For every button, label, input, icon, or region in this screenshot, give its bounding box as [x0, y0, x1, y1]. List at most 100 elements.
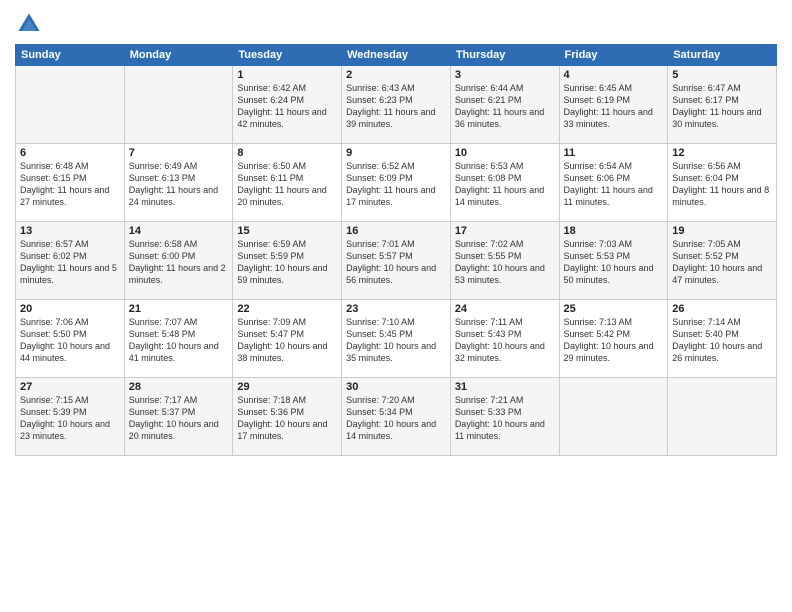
day-detail: Sunrise: 7:21 AM Sunset: 5:33 PM Dayligh…	[455, 394, 555, 443]
calendar-cell: 4Sunrise: 6:45 AM Sunset: 6:19 PM Daylig…	[559, 66, 668, 144]
day-number: 24	[455, 303, 555, 315]
col-header-saturday: Saturday	[668, 45, 777, 66]
day-detail: Sunrise: 7:10 AM Sunset: 5:45 PM Dayligh…	[346, 316, 446, 365]
calendar-cell: 14Sunrise: 6:58 AM Sunset: 6:00 PM Dayli…	[124, 222, 233, 300]
calendar-cell: 25Sunrise: 7:13 AM Sunset: 5:42 PM Dayli…	[559, 300, 668, 378]
calendar-cell: 18Sunrise: 7:03 AM Sunset: 5:53 PM Dayli…	[559, 222, 668, 300]
header-row: SundayMondayTuesdayWednesdayThursdayFrid…	[16, 45, 777, 66]
day-number: 9	[346, 147, 446, 159]
calendar-cell: 3Sunrise: 6:44 AM Sunset: 6:21 PM Daylig…	[450, 66, 559, 144]
day-number: 14	[129, 225, 229, 237]
day-detail: Sunrise: 7:07 AM Sunset: 5:48 PM Dayligh…	[129, 316, 229, 365]
day-number: 31	[455, 381, 555, 393]
calendar-cell: 27Sunrise: 7:15 AM Sunset: 5:39 PM Dayli…	[16, 378, 125, 456]
day-number: 10	[455, 147, 555, 159]
logo	[15, 10, 47, 38]
calendar-table: SundayMondayTuesdayWednesdayThursdayFrid…	[15, 44, 777, 456]
calendar-cell: 19Sunrise: 7:05 AM Sunset: 5:52 PM Dayli…	[668, 222, 777, 300]
day-detail: Sunrise: 6:52 AM Sunset: 6:09 PM Dayligh…	[346, 160, 446, 209]
calendar-cell: 1Sunrise: 6:42 AM Sunset: 6:24 PM Daylig…	[233, 66, 342, 144]
calendar-cell: 28Sunrise: 7:17 AM Sunset: 5:37 PM Dayli…	[124, 378, 233, 456]
day-number: 30	[346, 381, 446, 393]
day-detail: Sunrise: 6:58 AM Sunset: 6:00 PM Dayligh…	[129, 238, 229, 287]
day-detail: Sunrise: 7:06 AM Sunset: 5:50 PM Dayligh…	[20, 316, 120, 365]
day-detail: Sunrise: 6:53 AM Sunset: 6:08 PM Dayligh…	[455, 160, 555, 209]
day-detail: Sunrise: 7:13 AM Sunset: 5:42 PM Dayligh…	[564, 316, 664, 365]
calendar-cell: 11Sunrise: 6:54 AM Sunset: 6:06 PM Dayli…	[559, 144, 668, 222]
calendar-cell: 17Sunrise: 7:02 AM Sunset: 5:55 PM Dayli…	[450, 222, 559, 300]
calendar-cell	[559, 378, 668, 456]
calendar-cell: 29Sunrise: 7:18 AM Sunset: 5:36 PM Dayli…	[233, 378, 342, 456]
day-detail: Sunrise: 6:59 AM Sunset: 5:59 PM Dayligh…	[237, 238, 337, 287]
calendar-cell: 6Sunrise: 6:48 AM Sunset: 6:15 PM Daylig…	[16, 144, 125, 222]
calendar-cell	[668, 378, 777, 456]
calendar-cell: 23Sunrise: 7:10 AM Sunset: 5:45 PM Dayli…	[342, 300, 451, 378]
day-number: 2	[346, 69, 446, 81]
day-number: 20	[20, 303, 120, 315]
calendar-cell: 26Sunrise: 7:14 AM Sunset: 5:40 PM Dayli…	[668, 300, 777, 378]
day-number: 28	[129, 381, 229, 393]
col-header-sunday: Sunday	[16, 45, 125, 66]
day-detail: Sunrise: 6:50 AM Sunset: 6:11 PM Dayligh…	[237, 160, 337, 209]
col-header-wednesday: Wednesday	[342, 45, 451, 66]
calendar-cell: 20Sunrise: 7:06 AM Sunset: 5:50 PM Dayli…	[16, 300, 125, 378]
week-row-4: 20Sunrise: 7:06 AM Sunset: 5:50 PM Dayli…	[16, 300, 777, 378]
col-header-thursday: Thursday	[450, 45, 559, 66]
day-number: 17	[455, 225, 555, 237]
day-detail: Sunrise: 7:02 AM Sunset: 5:55 PM Dayligh…	[455, 238, 555, 287]
day-number: 1	[237, 69, 337, 81]
day-detail: Sunrise: 7:01 AM Sunset: 5:57 PM Dayligh…	[346, 238, 446, 287]
day-number: 26	[672, 303, 772, 315]
day-number: 12	[672, 147, 772, 159]
day-detail: Sunrise: 6:44 AM Sunset: 6:21 PM Dayligh…	[455, 82, 555, 131]
week-row-2: 6Sunrise: 6:48 AM Sunset: 6:15 PM Daylig…	[16, 144, 777, 222]
day-detail: Sunrise: 6:45 AM Sunset: 6:19 PM Dayligh…	[564, 82, 664, 131]
day-detail: Sunrise: 6:47 AM Sunset: 6:17 PM Dayligh…	[672, 82, 772, 131]
week-row-3: 13Sunrise: 6:57 AM Sunset: 6:02 PM Dayli…	[16, 222, 777, 300]
day-number: 23	[346, 303, 446, 315]
day-detail: Sunrise: 7:14 AM Sunset: 5:40 PM Dayligh…	[672, 316, 772, 365]
calendar-cell	[124, 66, 233, 144]
calendar-cell: 8Sunrise: 6:50 AM Sunset: 6:11 PM Daylig…	[233, 144, 342, 222]
calendar-cell: 9Sunrise: 6:52 AM Sunset: 6:09 PM Daylig…	[342, 144, 451, 222]
calendar-cell: 22Sunrise: 7:09 AM Sunset: 5:47 PM Dayli…	[233, 300, 342, 378]
day-detail: Sunrise: 7:05 AM Sunset: 5:52 PM Dayligh…	[672, 238, 772, 287]
day-detail: Sunrise: 7:03 AM Sunset: 5:53 PM Dayligh…	[564, 238, 664, 287]
day-detail: Sunrise: 6:48 AM Sunset: 6:15 PM Dayligh…	[20, 160, 120, 209]
day-detail: Sunrise: 6:42 AM Sunset: 6:24 PM Dayligh…	[237, 82, 337, 131]
day-detail: Sunrise: 6:56 AM Sunset: 6:04 PM Dayligh…	[672, 160, 772, 209]
day-detail: Sunrise: 7:09 AM Sunset: 5:47 PM Dayligh…	[237, 316, 337, 365]
header	[15, 10, 777, 38]
calendar-cell: 30Sunrise: 7:20 AM Sunset: 5:34 PM Dayli…	[342, 378, 451, 456]
day-number: 7	[129, 147, 229, 159]
calendar-cell: 12Sunrise: 6:56 AM Sunset: 6:04 PM Dayli…	[668, 144, 777, 222]
day-detail: Sunrise: 7:11 AM Sunset: 5:43 PM Dayligh…	[455, 316, 555, 365]
day-detail: Sunrise: 6:49 AM Sunset: 6:13 PM Dayligh…	[129, 160, 229, 209]
day-number: 25	[564, 303, 664, 315]
day-number: 3	[455, 69, 555, 81]
day-detail: Sunrise: 6:43 AM Sunset: 6:23 PM Dayligh…	[346, 82, 446, 131]
day-detail: Sunrise: 7:17 AM Sunset: 5:37 PM Dayligh…	[129, 394, 229, 443]
week-row-1: 1Sunrise: 6:42 AM Sunset: 6:24 PM Daylig…	[16, 66, 777, 144]
calendar-cell: 7Sunrise: 6:49 AM Sunset: 6:13 PM Daylig…	[124, 144, 233, 222]
day-number: 22	[237, 303, 337, 315]
day-number: 5	[672, 69, 772, 81]
page: SundayMondayTuesdayWednesdayThursdayFrid…	[0, 0, 792, 612]
calendar-cell: 13Sunrise: 6:57 AM Sunset: 6:02 PM Dayli…	[16, 222, 125, 300]
calendar-cell: 21Sunrise: 7:07 AM Sunset: 5:48 PM Dayli…	[124, 300, 233, 378]
day-number: 6	[20, 147, 120, 159]
logo-icon	[15, 10, 43, 38]
calendar-cell: 2Sunrise: 6:43 AM Sunset: 6:23 PM Daylig…	[342, 66, 451, 144]
day-number: 15	[237, 225, 337, 237]
day-number: 16	[346, 225, 446, 237]
day-number: 21	[129, 303, 229, 315]
calendar-cell: 10Sunrise: 6:53 AM Sunset: 6:08 PM Dayli…	[450, 144, 559, 222]
day-number: 27	[20, 381, 120, 393]
day-number: 29	[237, 381, 337, 393]
day-number: 18	[564, 225, 664, 237]
calendar-cell: 16Sunrise: 7:01 AM Sunset: 5:57 PM Dayli…	[342, 222, 451, 300]
week-row-5: 27Sunrise: 7:15 AM Sunset: 5:39 PM Dayli…	[16, 378, 777, 456]
col-header-monday: Monday	[124, 45, 233, 66]
day-detail: Sunrise: 6:54 AM Sunset: 6:06 PM Dayligh…	[564, 160, 664, 209]
day-number: 8	[237, 147, 337, 159]
